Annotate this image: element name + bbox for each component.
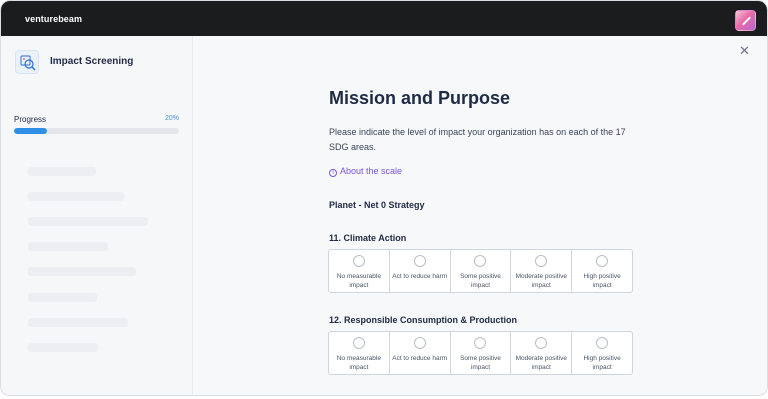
page-title: Mission and Purpose <box>329 88 511 108</box>
impact-screening-logo-icon <box>15 50 39 74</box>
scale-option[interactable]: Act to reduce harm <box>390 250 451 292</box>
top-bar: venturebeam <box>1 1 767 36</box>
sidebar-item-placeholder <box>28 343 98 352</box>
progress-percent: 20% <box>164 115 179 122</box>
instructions-text: Please indicate the level of impact your… <box>329 127 626 152</box>
question-title: 12. Responsible Consumption & Production <box>329 315 518 325</box>
scale-option[interactable]: High positive impact <box>572 250 632 292</box>
sidebar-item-placeholder <box>28 192 124 201</box>
scale-option[interactable]: Act to reduce harm <box>390 332 451 374</box>
progress-bar-fill <box>14 128 47 134</box>
scale-option-label: Moderate positive impact <box>515 355 567 371</box>
scale-option[interactable]: High positive impact <box>572 332 632 374</box>
section-title: Planet - Net 0 Strategy <box>329 200 425 210</box>
sidebar-item-placeholder <box>28 293 97 302</box>
progress-bar <box>14 128 179 134</box>
progress-label: Progress <box>14 115 47 124</box>
scale-option[interactable]: Moderate positive impact <box>511 332 573 374</box>
scale-option[interactable]: No measurable impact <box>329 332 390 374</box>
close-icon[interactable]: ✕ <box>739 44 750 57</box>
sidebar: Impact Screening Progress 20% <box>1 36 193 395</box>
radio-button[interactable] <box>535 337 548 349</box>
scale-option[interactable]: Some positive impact <box>451 332 512 374</box>
scale-option-label: Act to reduce harm <box>392 355 448 362</box>
info-icon: i <box>329 169 337 177</box>
scale-option-label: No measurable impact <box>336 273 381 289</box>
sidebar-item-placeholder <box>28 267 136 276</box>
radio-button[interactable] <box>474 337 487 349</box>
scale-option-label: No measurable impact <box>336 355 381 371</box>
scale-option-label: Some positive impact <box>460 355 501 371</box>
radio-button[interactable] <box>413 337 426 349</box>
sidebar-item-placeholder <box>28 242 108 251</box>
main-content: ✕ Mission and Purpose Please indicate th… <box>193 36 767 395</box>
radio-button[interactable] <box>474 255 487 267</box>
radio-button[interactable] <box>352 337 365 349</box>
impact-scale-q12: No measurable impact Act to reduce harm … <box>328 331 633 375</box>
sidebar-item-placeholder <box>28 167 96 176</box>
radio-button[interactable] <box>352 255 365 267</box>
about-scale-label: About the scale <box>340 166 403 176</box>
scale-option[interactable]: Some positive impact <box>451 250 512 292</box>
scale-option-label: High positive impact <box>583 273 621 289</box>
scale-option[interactable]: No measurable impact <box>329 250 390 292</box>
radio-button[interactable] <box>596 337 609 349</box>
scale-option-label: High positive impact <box>583 355 621 371</box>
impact-scale-q11: No measurable impact Act to reduce harm … <box>328 249 633 293</box>
sidebar-item-placeholder <box>28 217 148 226</box>
brand-name[interactable]: venturebeam <box>25 14 82 24</box>
app-window: venturebeam Impact Screening Progress 20… <box>0 0 768 396</box>
about-scale-link[interactable]: i About the scale <box>329 166 402 177</box>
radio-button[interactable] <box>413 255 426 267</box>
scale-option-label: Moderate positive impact <box>515 273 567 289</box>
radio-button[interactable] <box>535 255 548 267</box>
scale-option[interactable]: Moderate positive impact <box>511 250 573 292</box>
scale-option-label: Act to reduce harm <box>392 273 448 280</box>
user-avatar-icon[interactable] <box>735 10 756 31</box>
sidebar-item-placeholder <box>28 318 128 327</box>
sidebar-title: Impact Screening <box>50 56 134 67</box>
question-title: 11. Climate Action <box>329 233 407 243</box>
scale-option-label: Some positive impact <box>460 273 501 289</box>
radio-button[interactable] <box>596 255 609 267</box>
